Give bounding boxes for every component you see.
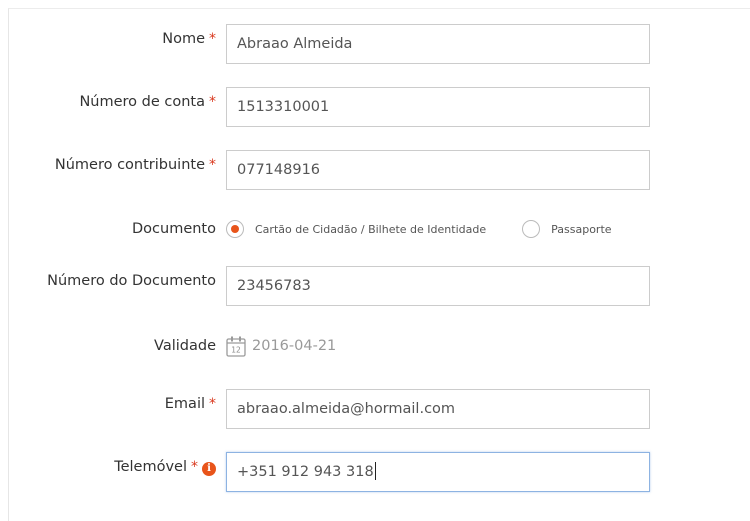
validade-label: Validade [154,338,216,354]
nome-input[interactable] [226,24,650,64]
required-marker: * [209,94,216,110]
conta-input[interactable] [226,87,650,127]
svg-text:12: 12 [231,346,241,355]
calendar-icon[interactable]: 12 [226,335,246,357]
conta-label: Número de conta * [79,94,216,110]
email-input[interactable] [226,389,650,429]
radio-cartao-cidadao[interactable] [226,220,244,238]
documento-label: Documento [132,221,216,237]
required-marker: * [191,459,198,475]
documento-radio-group: Cartão de Cidadão / Bilhete de Identidad… [226,219,612,239]
info-icon[interactable]: i [202,462,216,476]
telemovel-input[interactable]: +351 912 943 318 [226,452,650,492]
contribuinte-row: Número contribuinte * [0,150,750,194]
required-marker: * [209,157,216,173]
telemovel-value: +351 912 943 318 [237,464,374,480]
contribuinte-label: Número contribuinte * [54,157,216,173]
contribuinte-input[interactable] [226,150,650,190]
numero-documento-label: Número do Documento [47,273,216,289]
nome-row: Nome * [0,24,750,68]
required-marker: * [209,31,216,47]
numero-documento-row: Número do Documento [0,266,750,310]
radio-passaporte[interactable] [522,220,541,238]
telemovel-row: Telemóvel * i +351 912 943 318 [0,452,750,496]
validade-date[interactable]: 12 2016-04-21 [226,334,336,358]
nome-label: Nome * [162,31,216,47]
conta-row: Número de conta * [0,87,750,131]
form-panel [8,8,750,521]
numero-documento-input[interactable] [226,266,650,306]
telemovel-label: Telemóvel * i [114,458,216,476]
validade-value: 2016-04-21 [252,338,337,354]
radio-cartao-cidadao-label[interactable]: Cartão de Cidadão / Bilhete de Identidad… [255,223,486,236]
email-label: Email * [164,396,216,412]
radio-passaporte-label[interactable]: Passaporte [551,223,611,236]
email-row: Email * [0,389,750,433]
required-marker: * [209,396,216,412]
documento-row: Documento Cartão de Cidadão / Bilhete de… [0,219,750,263]
validade-row: Validade 12 2016-04-21 [0,334,750,378]
text-caret [374,462,376,480]
